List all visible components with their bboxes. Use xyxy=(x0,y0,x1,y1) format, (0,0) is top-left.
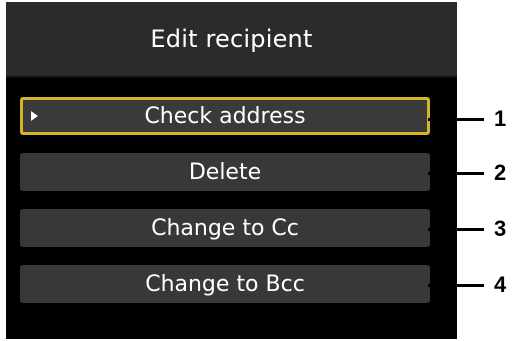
change-to-cc-label: Change to Cc xyxy=(151,215,299,241)
callout-number-2: 2 xyxy=(494,160,507,185)
check-address-label: Check address xyxy=(144,103,306,129)
callout-line-4 xyxy=(428,284,484,287)
callout-line-2 xyxy=(428,172,484,175)
delete-button[interactable]: Delete xyxy=(20,153,430,191)
callout-line-1 xyxy=(428,118,484,121)
screen-title: Edit recipient xyxy=(150,25,313,53)
title-bar: Edit recipient xyxy=(6,2,457,78)
selection-arrow-icon xyxy=(31,111,38,121)
change-to-cc-button[interactable]: Change to Cc xyxy=(20,209,430,247)
callout-line-3 xyxy=(428,228,484,231)
callout-number-3: 3 xyxy=(494,216,507,241)
change-to-bcc-button[interactable]: Change to Bcc xyxy=(20,265,430,303)
check-address-button[interactable]: Check address xyxy=(20,97,430,135)
callout-number-1: 1 xyxy=(494,106,507,131)
change-to-bcc-label: Change to Bcc xyxy=(145,271,305,297)
callout-number-4: 4 xyxy=(494,272,507,297)
lcd-screen: Edit recipient Check address Delete Chan… xyxy=(6,2,457,339)
delete-label: Delete xyxy=(188,159,262,185)
